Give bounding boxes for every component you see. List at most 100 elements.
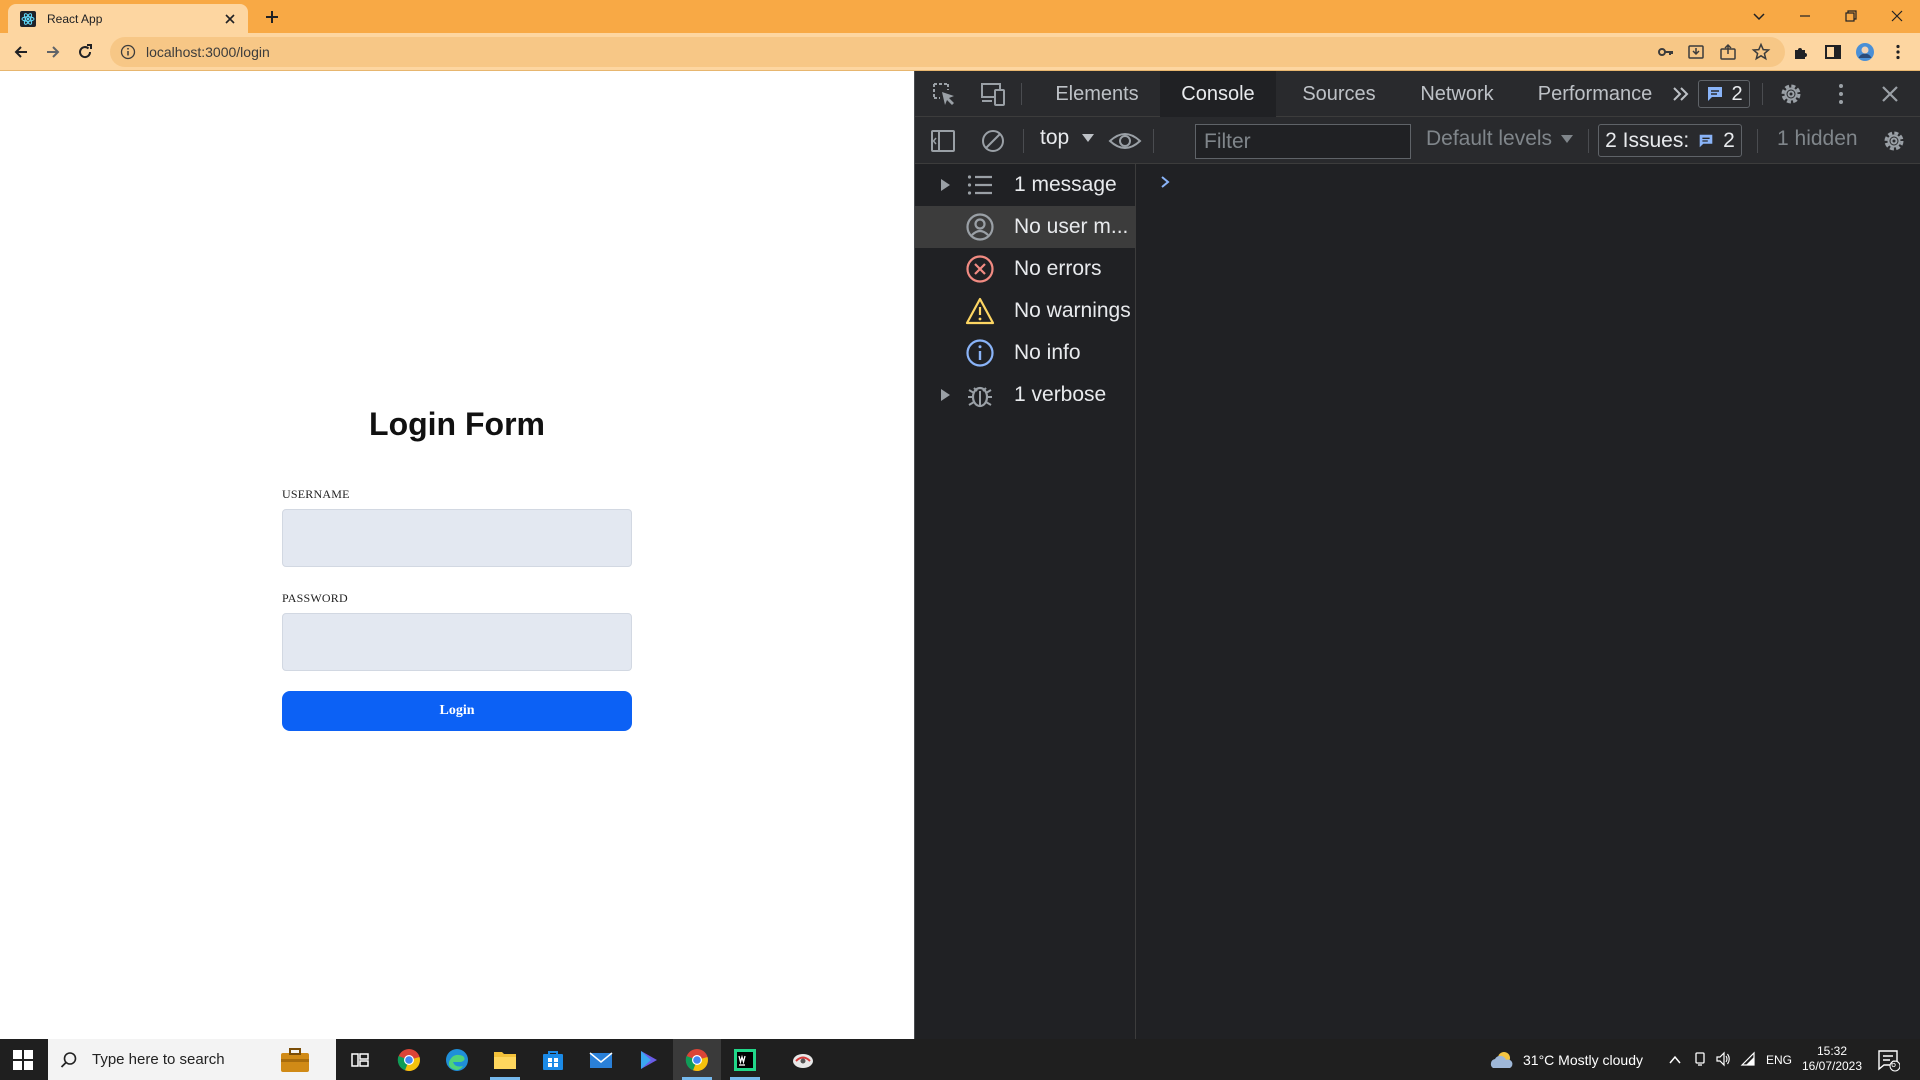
- volume-icon[interactable]: [1715, 1051, 1731, 1067]
- react-favicon-icon: [20, 10, 36, 27]
- back-icon[interactable]: [11, 42, 31, 62]
- windows-taskbar: Type here to search 31°C Mostly cloudy E…: [0, 1039, 1920, 1080]
- log-levels-dropdown[interactable]: Default levels: [1426, 127, 1574, 151]
- tab-network[interactable]: Network: [1403, 71, 1511, 117]
- key-icon[interactable]: [1656, 42, 1676, 62]
- toolbar-divider: [1153, 129, 1154, 153]
- chrome-icon: [685, 1048, 708, 1071]
- browser-toolbar: localhost:3000/login: [0, 33, 1920, 71]
- issues-counter[interactable]: 2: [1698, 80, 1750, 108]
- taskbar-chrome-active[interactable]: [673, 1039, 721, 1080]
- taskbar-postman[interactable]: [779, 1039, 827, 1080]
- warning-icon: [965, 297, 995, 325]
- live-expression-eye-icon[interactable]: [1108, 127, 1142, 155]
- password-label: PASSWORD: [282, 591, 348, 605]
- tab-elements[interactable]: Elements: [1039, 71, 1155, 117]
- tab-performance[interactable]: Performance: [1515, 71, 1675, 117]
- share-icon[interactable]: [1718, 42, 1738, 62]
- taskbar-edge[interactable]: [433, 1039, 481, 1080]
- language-indicator[interactable]: ENG: [1766, 1053, 1792, 1067]
- tab-console[interactable]: Console: [1160, 71, 1276, 117]
- search-icon: [60, 1051, 77, 1068]
- filter-input[interactable]: Filter: [1195, 124, 1411, 159]
- clear-console-icon[interactable]: [979, 127, 1007, 155]
- notification-count: 6: [1891, 1059, 1897, 1069]
- console-settings-gear-icon[interactable]: [1880, 127, 1908, 155]
- extensions-icon[interactable]: [1791, 42, 1811, 62]
- sidebar-item-verbose[interactable]: 1 verbose: [915, 374, 1136, 416]
- close-tab-icon[interactable]: [222, 11, 238, 27]
- minimize-icon[interactable]: [1794, 5, 1816, 27]
- new-tab-icon[interactable]: [262, 7, 282, 27]
- windows-start-icon[interactable]: [12, 1049, 34, 1071]
- sidebar-item-label: No info: [1014, 341, 1081, 364]
- side-panel-icon[interactable]: [1823, 42, 1843, 62]
- close-devtools-icon[interactable]: [1876, 80, 1904, 108]
- site-info-icon[interactable]: [120, 44, 136, 60]
- taskbar-power-automate[interactable]: [625, 1039, 673, 1080]
- settings-gear-icon[interactable]: [1777, 80, 1805, 108]
- sidebar-item-label: No user m...: [1014, 215, 1129, 238]
- edge-icon: [446, 1048, 468, 1071]
- forward-icon[interactable]: [43, 42, 63, 62]
- url-text: localhost:3000/login: [146, 44, 270, 60]
- sidebar-item-label: 1 verbose: [1014, 383, 1107, 406]
- chrome-menu-icon[interactable]: [1888, 42, 1908, 62]
- taskbar-webstorm[interactable]: [721, 1039, 769, 1080]
- tab-search-chevron-icon[interactable]: [1748, 5, 1770, 27]
- taskbar-mail[interactable]: [577, 1039, 625, 1080]
- reload-icon[interactable]: [75, 42, 95, 62]
- sidebar-item-messages[interactable]: 1 message: [915, 164, 1136, 206]
- show-hidden-icons-chevron-icon[interactable]: [1668, 1053, 1682, 1067]
- tab-title: React App: [47, 11, 103, 26]
- bookmark-star-icon[interactable]: [1751, 42, 1771, 62]
- tab-sources[interactable]: Sources: [1281, 71, 1397, 117]
- context-selector[interactable]: top: [1040, 126, 1095, 150]
- sidebar-item-info[interactable]: No info: [915, 332, 1136, 374]
- briefcase-icon: [281, 1048, 309, 1072]
- address-bar[interactable]: localhost:3000/login: [110, 37, 1785, 67]
- browser-tab[interactable]: React App: [8, 4, 248, 33]
- task-view-button[interactable]: [336, 1039, 384, 1080]
- device-toolbar-icon[interactable]: [979, 80, 1007, 108]
- sidebar-item-warnings[interactable]: No warnings: [915, 290, 1136, 332]
- login-button[interactable]: Login: [282, 691, 632, 731]
- sidebar-item-user-messages[interactable]: No user m...: [915, 206, 1136, 248]
- console-prompt-icon[interactable]: [1158, 174, 1172, 190]
- meet-now-icon[interactable]: [1692, 1051, 1708, 1067]
- show-sidebar-icon[interactable]: [929, 127, 957, 155]
- weather-widget[interactable]: 31°C Mostly cloudy: [1489, 1050, 1643, 1070]
- inspect-element-icon[interactable]: [930, 80, 958, 108]
- restore-icon[interactable]: [1840, 5, 1862, 27]
- password-input[interactable]: [282, 613, 632, 671]
- taskbar-file-explorer[interactable]: [481, 1039, 529, 1080]
- taskbar-chrome[interactable]: [385, 1039, 433, 1080]
- dropdown-arrow-icon: [1561, 135, 1574, 143]
- notification-center-icon: [1878, 1050, 1900, 1072]
- tab-strip: React App: [0, 0, 1920, 33]
- taskbar-store[interactable]: [529, 1039, 577, 1080]
- chrome-icon: [397, 1048, 420, 1071]
- toolbar-divider: [1023, 129, 1024, 153]
- toolbar-divider: [1762, 83, 1763, 105]
- more-tabs-chevron-icon[interactable]: [1669, 82, 1693, 106]
- webstorm-icon: [734, 1048, 756, 1071]
- notifications-button[interactable]: 6: [1876, 1048, 1900, 1072]
- wifi-icon[interactable]: [1740, 1051, 1756, 1067]
- issues-label: 2 Issues:: [1605, 128, 1690, 152]
- devtools-panel: Elements Console Sources Network Perform…: [914, 71, 1920, 1039]
- install-app-icon[interactable]: [1686, 42, 1706, 62]
- issues-button[interactable]: 2 Issues: 2: [1598, 124, 1742, 157]
- username-label: USERNAME: [282, 487, 350, 501]
- window-close-icon[interactable]: [1886, 5, 1908, 27]
- taskbar-search-box[interactable]: Type here to search: [48, 1039, 336, 1080]
- expand-arrow-icon[interactable]: [939, 178, 951, 192]
- system-clock[interactable]: 15:32 16/07/2023: [1800, 1044, 1864, 1074]
- expand-arrow-icon[interactable]: [939, 388, 951, 402]
- user-circle-icon: [966, 213, 994, 241]
- folder-icon: [494, 1051, 516, 1069]
- profile-avatar[interactable]: [1855, 42, 1875, 62]
- sidebar-item-errors[interactable]: No errors: [915, 248, 1136, 290]
- username-input[interactable]: [282, 509, 632, 567]
- customize-devtools-menu-icon[interactable]: [1827, 80, 1855, 108]
